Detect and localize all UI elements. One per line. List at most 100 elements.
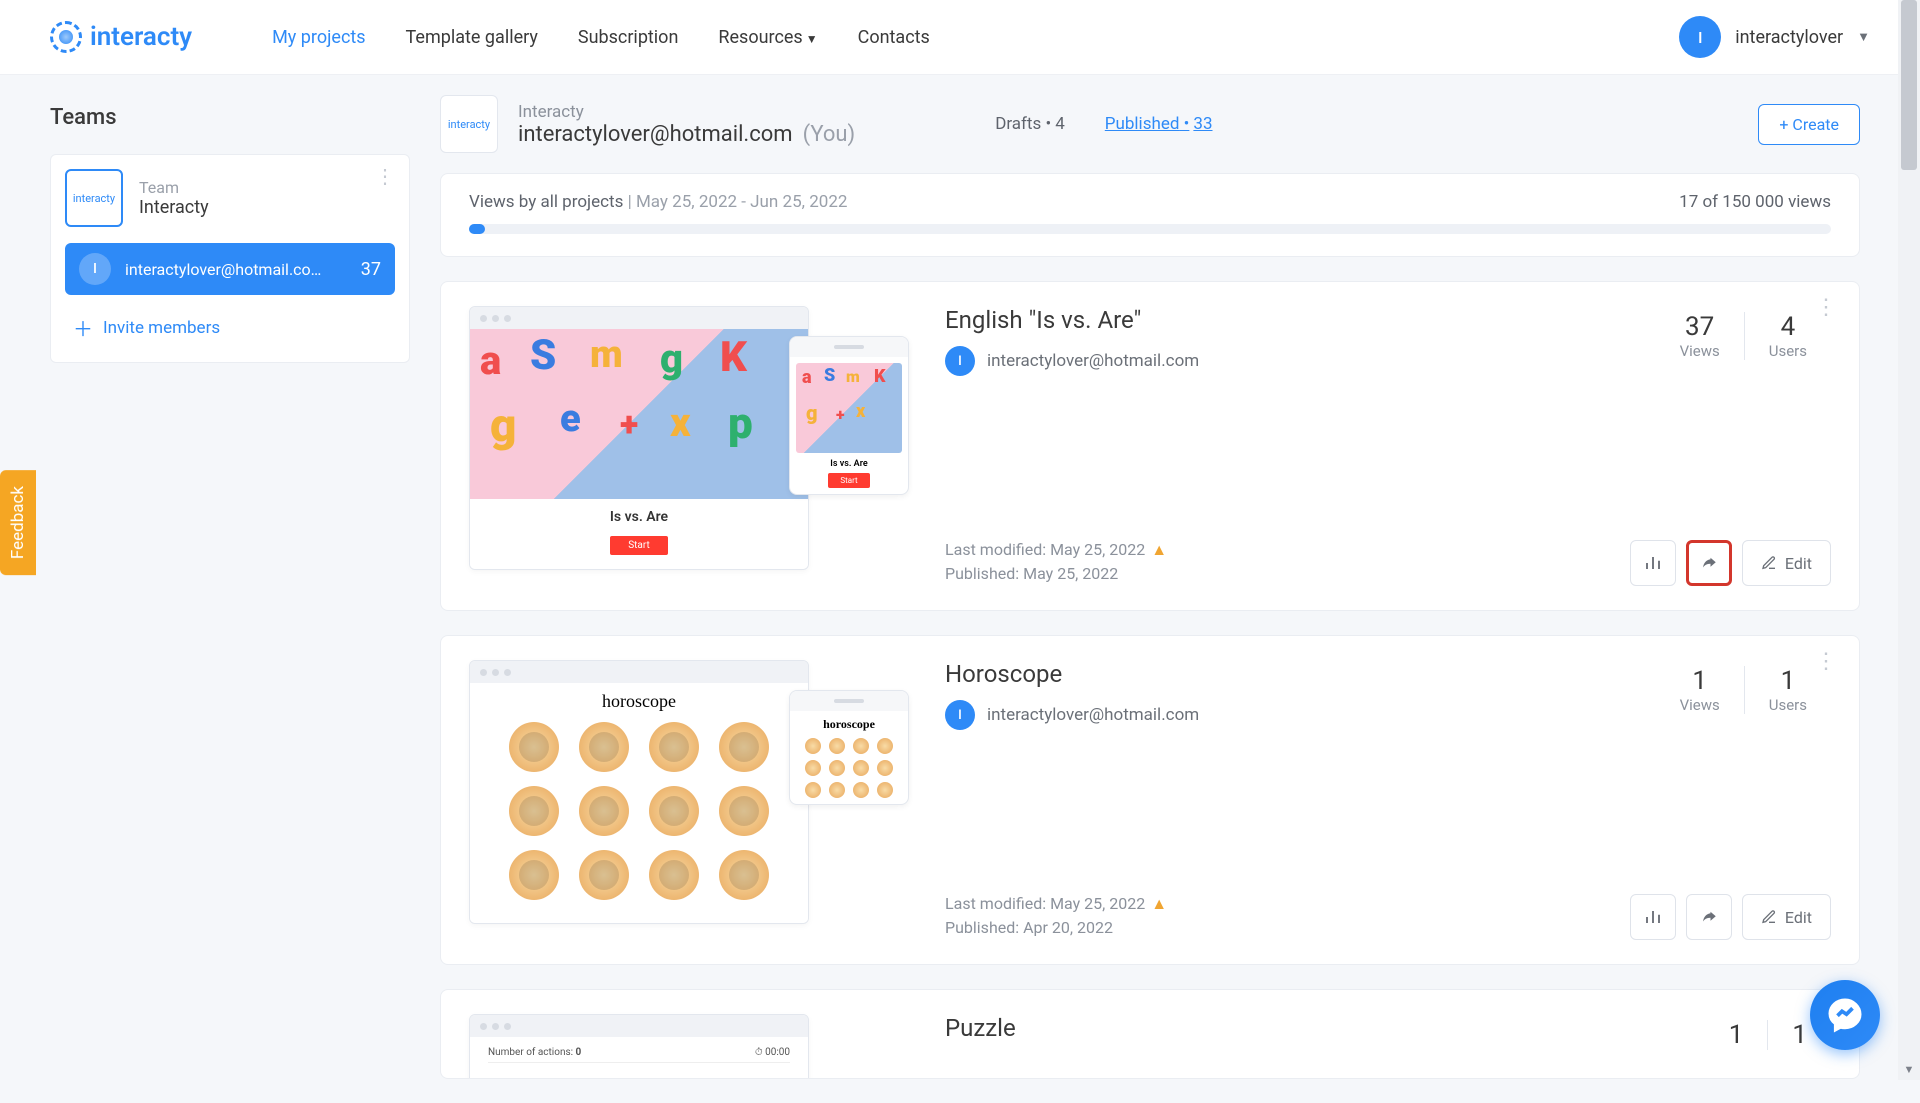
- share-button[interactable]: [1686, 894, 1732, 940]
- phone-caption: horoscope: [796, 717, 902, 732]
- nav-template-gallery[interactable]: Template gallery: [406, 27, 538, 48]
- project-title[interactable]: Puzzle: [945, 1014, 1535, 1042]
- author-email: interactylover@hotmail.com: [987, 351, 1199, 371]
- views-progress-fill: [469, 224, 485, 234]
- chat-button[interactable]: [1810, 980, 1880, 1050]
- scrollbar-thumb[interactable]: [1901, 0, 1917, 170]
- chevron-down-icon: ▼: [806, 32, 818, 46]
- phone-start-button: Start: [828, 473, 869, 488]
- users-value: 1: [1769, 666, 1807, 696]
- org-email: interactylover@hotmail.com: [518, 122, 793, 147]
- member-email: interactylover@hotmail.co…: [125, 260, 347, 279]
- nav-resources[interactable]: Resources ▼: [718, 27, 817, 48]
- thumb-caption: Is vs. Are: [470, 509, 808, 525]
- views-range: | May 25, 2022 - Jun 25, 2022: [628, 192, 848, 212]
- project-more-icon[interactable]: ⋮: [1815, 658, 1837, 665]
- project-card: ⋮ horoscope horo: [440, 635, 1860, 965]
- views-progress: [469, 224, 1831, 234]
- project-thumbnail[interactable]: Number of actions: 0 ⏱ 00:00: [469, 1014, 909, 1079]
- last-modified: Last modified: May 25, 2022: [945, 540, 1145, 559]
- users-value: 4: [1769, 312, 1807, 342]
- chevron-down-icon: ▼: [1857, 29, 1870, 45]
- team-member-row[interactable]: I interactylover@hotmail.co… 37: [65, 243, 395, 295]
- puzzle-actions-value: 0: [576, 1047, 582, 1058]
- project-author: I interactylover@hotmail.com: [945, 700, 1535, 730]
- user-name: interactylover: [1735, 27, 1843, 48]
- author-email: interactylover@hotmail.com: [987, 705, 1199, 725]
- tab-published-count: 33: [1193, 114, 1212, 134]
- project-card: ⋮ a S m g K g e + x: [440, 281, 1860, 611]
- phone-caption: Is vs. Are: [796, 459, 902, 469]
- tab-published-label: Published: [1105, 114, 1180, 134]
- invite-members[interactable]: ＋ Invite members: [65, 307, 395, 348]
- teams-heading: Teams: [50, 105, 410, 130]
- scrollbar[interactable]: ▲ ▼: [1898, 0, 1920, 1080]
- project-thumbnail[interactable]: horoscope horoscope: [469, 660, 909, 940]
- users-label: Users: [1769, 342, 1807, 360]
- team-card: interacty Team Interacty ⋮ I interactylo…: [50, 154, 410, 363]
- users-value: 1: [1792, 1020, 1807, 1050]
- feedback-tab[interactable]: Feedback: [0, 470, 36, 575]
- avatar: I: [1679, 16, 1721, 58]
- published-date: Published: May 25, 2022: [945, 562, 1535, 586]
- org-thumb: interacty: [440, 95, 498, 153]
- project-more-icon[interactable]: ⋮: [1815, 304, 1837, 311]
- member-count: 37: [361, 259, 381, 280]
- views-value: 1: [1680, 666, 1720, 696]
- share-button[interactable]: [1686, 540, 1732, 586]
- author-avatar: I: [945, 346, 975, 376]
- logo-text: interacty: [90, 22, 192, 52]
- plus-icon: ＋: [73, 313, 93, 342]
- project-title[interactable]: English "Is vs. Are": [945, 306, 1535, 334]
- author-avatar: I: [945, 700, 975, 730]
- org-label: Interacty: [518, 102, 855, 122]
- logo-icon: [50, 21, 82, 53]
- scroll-down-icon[interactable]: ▼: [1898, 1058, 1920, 1080]
- edit-label: Edit: [1785, 554, 1812, 573]
- create-button[interactable]: + Create: [1758, 104, 1860, 145]
- views-bar: Views by all projects | May 25, 2022 - J…: [440, 173, 1860, 257]
- team-more-icon[interactable]: ⋮: [375, 173, 395, 179]
- last-modified: Last modified: May 25, 2022: [945, 894, 1145, 913]
- puzzle-actions-label: Number of actions:: [488, 1047, 573, 1058]
- invite-label: Invite members: [103, 318, 220, 338]
- team-label: Team: [139, 178, 209, 197]
- project-title[interactable]: Horoscope: [945, 660, 1535, 688]
- edit-label: Edit: [1785, 908, 1812, 927]
- views-value: 37: [1680, 312, 1720, 342]
- tab-published[interactable]: Published •33: [1105, 114, 1213, 134]
- warning-icon: ▲: [1151, 894, 1167, 913]
- thumb-start-button: Start: [610, 536, 668, 555]
- edit-button[interactable]: Edit: [1742, 894, 1831, 940]
- views-value: 1: [1729, 1020, 1744, 1050]
- user-menu[interactable]: I interactylover ▼: [1679, 16, 1870, 58]
- analytics-button[interactable]: [1630, 894, 1676, 940]
- nav-contacts[interactable]: Contacts: [858, 27, 930, 48]
- member-avatar: I: [79, 253, 111, 285]
- org-you: (You): [803, 122, 856, 147]
- messenger-icon: [1827, 997, 1863, 1033]
- warning-icon: ▲: [1151, 540, 1167, 559]
- project-card: Number of actions: 0 ⏱ 00:00 Puzzle 1 1: [440, 989, 1860, 1079]
- nav-resources-label: Resources: [718, 27, 802, 48]
- puzzle-timer: ⏱ 00:00: [755, 1047, 790, 1058]
- project-thumbnail[interactable]: a S m g K g e + x p Is vs. Are: [469, 306, 909, 586]
- tab-drafts-count: 4: [1055, 114, 1065, 134]
- nav-my-projects[interactable]: My projects: [272, 27, 365, 48]
- views-label: Views: [1680, 696, 1720, 714]
- published-date: Published: Apr 20, 2022: [945, 916, 1535, 940]
- users-label: Users: [1769, 696, 1807, 714]
- team-name: Interacty: [139, 197, 209, 218]
- team-thumb: interacty: [65, 169, 123, 227]
- nav-subscription[interactable]: Subscription: [578, 27, 679, 48]
- edit-button[interactable]: Edit: [1742, 540, 1831, 586]
- views-summary: 17 of 150 000 views: [1679, 192, 1831, 212]
- thumb-caption: horoscope: [602, 691, 676, 712]
- logo[interactable]: interacty: [50, 21, 192, 53]
- views-label: Views by all projects: [469, 192, 623, 212]
- analytics-button[interactable]: [1630, 540, 1676, 586]
- tab-drafts-label: Drafts: [995, 114, 1041, 134]
- project-author: I interactylover@hotmail.com: [945, 346, 1535, 376]
- tab-drafts[interactable]: Drafts •4: [995, 114, 1065, 134]
- views-label: Views: [1680, 342, 1720, 360]
